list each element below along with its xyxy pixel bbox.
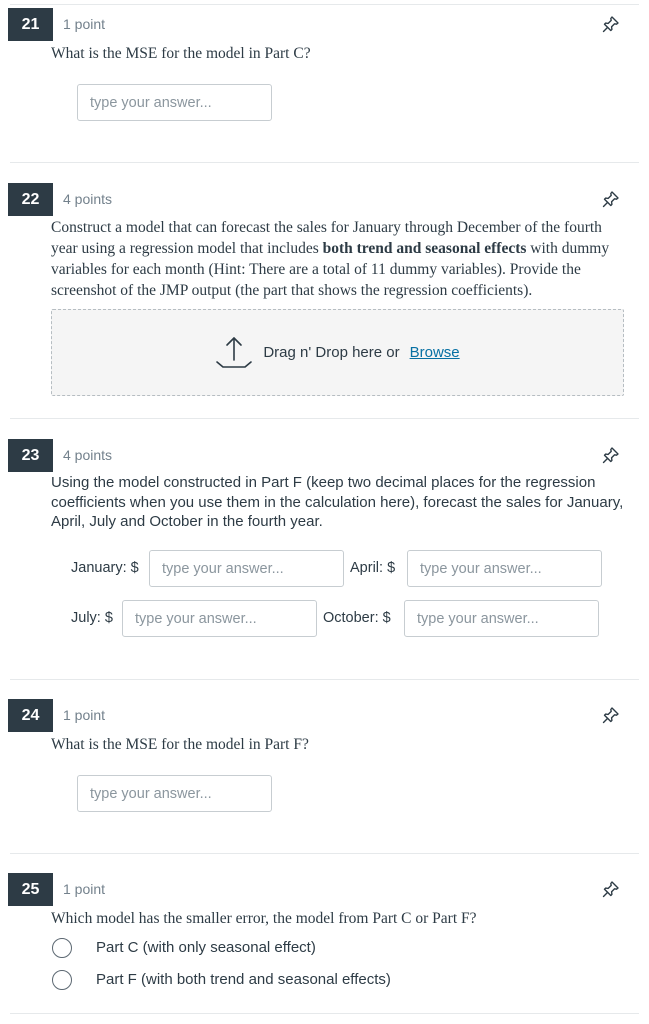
question-text-23: Using the model constructed in Part F (k… — [51, 474, 624, 530]
divider-bottom — [10, 1013, 639, 1014]
question-text-22-bold: both trend and seasonal effects — [322, 240, 527, 257]
question-points-22: 4 points — [63, 191, 113, 207]
april-input[interactable] — [407, 550, 602, 587]
april-label: April: $ — [350, 560, 396, 576]
divider-22-23 — [10, 418, 639, 419]
question-points-25: 1 point — [63, 881, 106, 897]
october-label: October: $ — [323, 610, 391, 626]
july-label: July: $ — [71, 610, 113, 626]
pin-icon[interactable] — [602, 880, 620, 898]
answer-input-24[interactable] — [77, 775, 272, 812]
dropzone-text: Drag n' Drop here or — [263, 344, 400, 361]
divider-24-25 — [10, 853, 639, 854]
option-label-part-c[interactable]: Part C (with only seasonal effect) — [96, 939, 316, 956]
question-number-25: 25 — [8, 873, 53, 906]
pin-icon[interactable] — [602, 446, 620, 464]
question-text-22: Construct a model that can forecast the … — [51, 217, 631, 301]
pin-icon[interactable] — [602, 706, 620, 724]
answer-input-21[interactable] — [77, 84, 272, 121]
question-text-25: Which model has the smaller error, the m… — [51, 910, 477, 927]
july-input[interactable] — [122, 600, 317, 637]
divider-top — [10, 4, 639, 5]
question-number-22: 22 — [8, 183, 53, 216]
file-dropzone[interactable]: Drag n' Drop here or Browse — [51, 309, 624, 396]
browse-link[interactable]: Browse — [410, 344, 460, 361]
option-label-part-f[interactable]: Part F (with both trend and seasonal eff… — [96, 971, 391, 988]
question-number-23: 23 — [8, 439, 53, 472]
pin-icon[interactable] — [602, 190, 620, 208]
january-label: January: $ — [71, 560, 139, 576]
january-input[interactable] — [149, 550, 344, 587]
question-text-24: What is the MSE for the model in Part F? — [51, 736, 309, 753]
divider-23-24 — [10, 679, 639, 680]
question-points-21: 1 point — [63, 16, 106, 32]
question-number-21: 21 — [8, 8, 53, 41]
question-text-21: What is the MSE for the model in Part C? — [51, 45, 311, 62]
radio-option-part-f[interactable] — [52, 970, 72, 990]
radio-option-part-c[interactable] — [52, 938, 72, 958]
divider-21-22 — [10, 162, 639, 163]
upload-icon — [216, 336, 253, 368]
october-input[interactable] — [404, 600, 599, 637]
question-points-24: 1 point — [63, 707, 106, 723]
question-points-23: 4 points — [63, 447, 113, 463]
question-number-24: 24 — [8, 699, 53, 732]
pin-icon[interactable] — [602, 15, 620, 33]
